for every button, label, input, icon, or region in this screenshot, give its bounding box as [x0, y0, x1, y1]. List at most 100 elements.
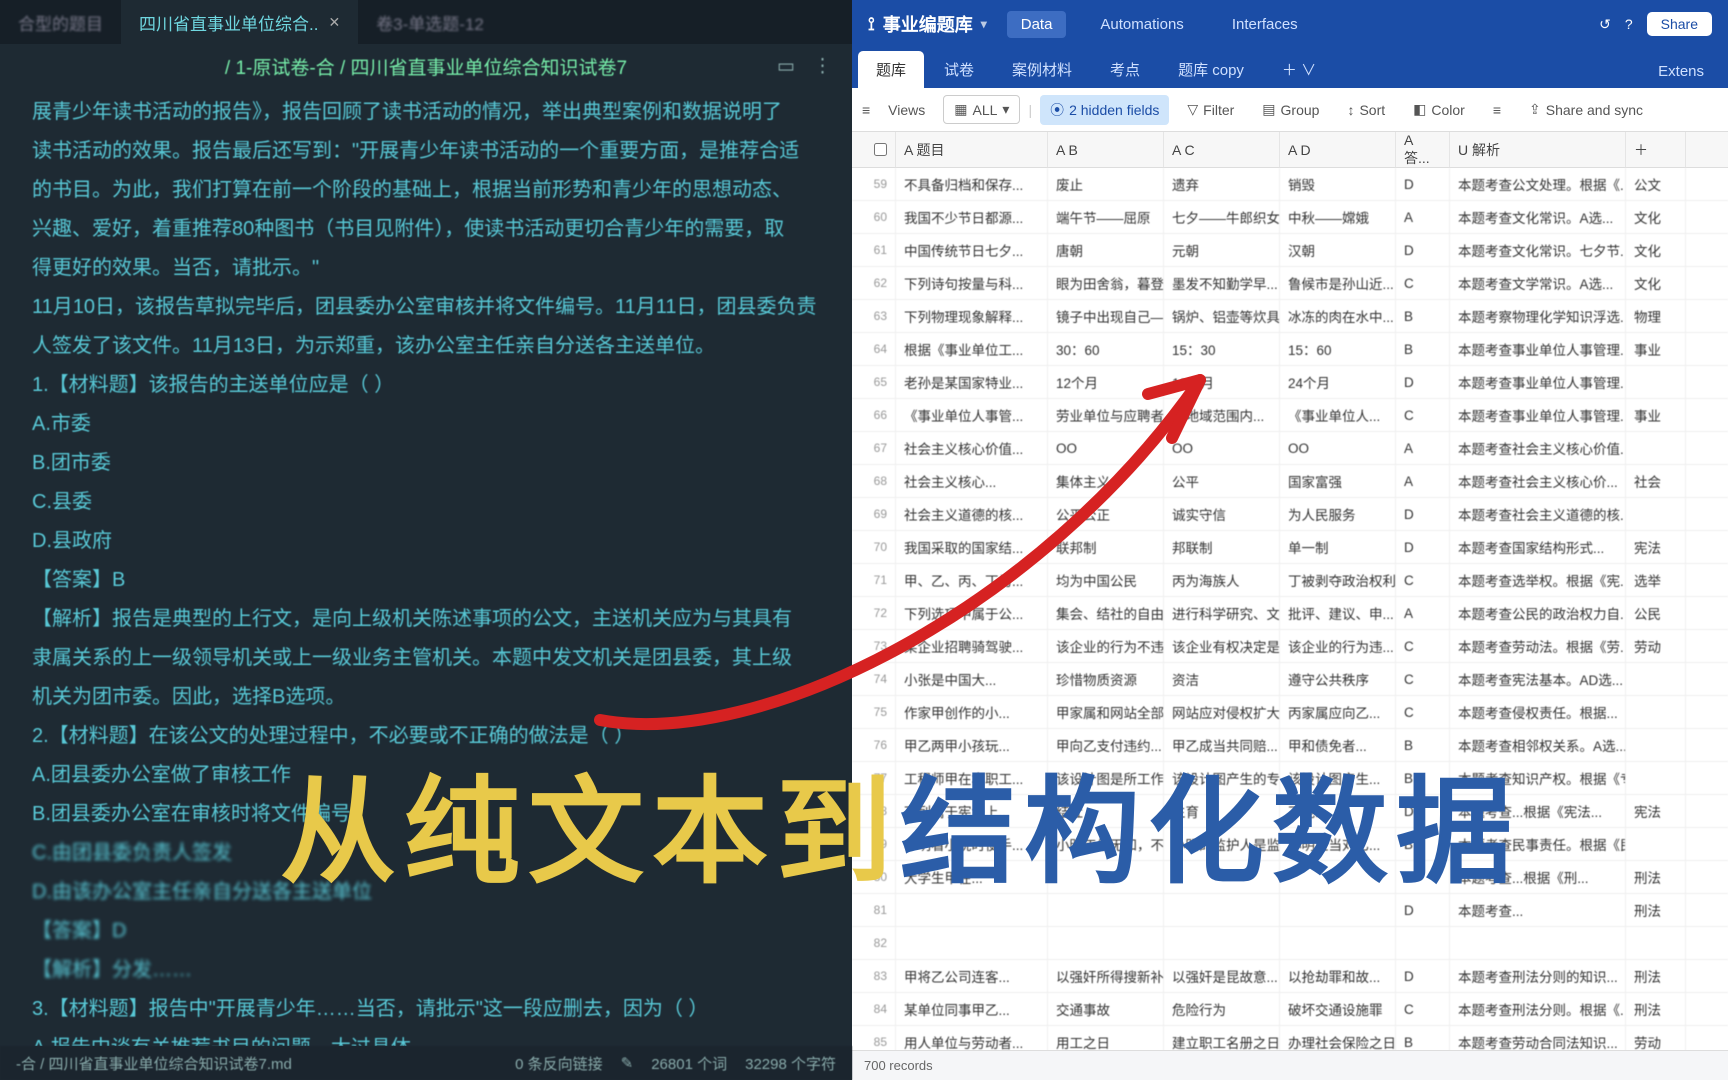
table-row[interactable]: 79小明看小说时使手...小明年幼无知，不...小明的监护人是监...小明应当对…	[852, 828, 1728, 861]
table-row[interactable]: 64根据《事业单位工...30：6015：3015：60B本题考查事业单位人事管…	[852, 333, 1728, 366]
topbar: ⟟ 事业编题库▾ Data Automations Interfaces ↺ ?…	[852, 0, 1728, 48]
history-icon[interactable]: ↺	[1599, 16, 1611, 33]
doc-line: 的书目。为此，我们打算在前一个阶段的基础上，根据当前形势和青少年的思想动态、	[32, 172, 820, 209]
more-icon[interactable]: ⋮	[813, 55, 832, 78]
pencil-icon[interactable]: ✎	[621, 1054, 634, 1072]
status-words: 26801 个词	[651, 1053, 727, 1074]
book-icon[interactable]: ▭	[777, 55, 795, 78]
doc-line: 隶属关系的上一级领导机关或上一级业务主管机关。本题中发文机关是团县委，其上级	[32, 640, 820, 677]
col-extra[interactable]: ＋	[1626, 132, 1686, 167]
doc-line: 机关为团市委。因此，选择B选项。	[32, 679, 820, 716]
menu-icon[interactable]: ≡	[862, 102, 870, 118]
table-row[interactable]: 69社会主义道德的核...公平公正诚实守信为人民服务D本题考查社会主义道德的核.…	[852, 498, 1728, 531]
data-grid: A 题目 A B A C A D A 答... U 解析 ＋ 59不具备归档和保…	[852, 132, 1728, 1050]
grid-footer: 700 records	[852, 1050, 1728, 1080]
tab-1[interactable]: 四川省直事业单位综合..✕	[121, 0, 358, 44]
ttab-3[interactable]: 考点	[1092, 51, 1158, 88]
status-chars: 32298 个字符	[745, 1053, 836, 1074]
group-button[interactable]: ▤ Group	[1252, 96, 1329, 123]
table-row[interactable]: 72下列选项中属于公...集会、结社的自由进行科学研究、文...批评、建议、申.…	[852, 597, 1728, 630]
table-row[interactable]: 61中国传统节日七夕...唐朝元朝汉朝D本题考查文化常识。七夕节...文化	[852, 234, 1728, 267]
extensions-button[interactable]: Extens	[1640, 55, 1722, 88]
table-row[interactable]: 65老孙是某国家特业...12个月18个月24个月D本题考查事业单位人事管理..…	[852, 366, 1728, 399]
nav-data[interactable]: Data	[1007, 11, 1067, 38]
status-backlinks[interactable]: 0 条反向链接	[515, 1053, 603, 1074]
doc-line: 2.【材料题】在该公文的处理过程中，不必要或不正确的做法是（ ）	[32, 718, 820, 755]
doc-line: 兴趣、爱好，着重推荐80种图书（书目见附件），使读书活动更切合青少年的需要，取	[32, 211, 820, 248]
editor-pane: 合型的题目 四川省直事业单位综合..✕ 卷3-单选题-12 / 1-原试卷-合 …	[0, 0, 852, 1080]
doc-line: 3.【材料题】报告中"开展青少年……当否，请批示"这一段应删去，因为（ ）	[32, 991, 820, 1028]
table-row[interactable]: 62下列诗句按量与科...眼为田舍翁，暮登...墨发不知勤学早...鲁候市是孙山…	[852, 267, 1728, 300]
col-explain[interactable]: U 解析	[1450, 132, 1626, 167]
doc-line: B.团县委办公室在审核时将文件编号	[32, 796, 820, 833]
doc-line: 读书活动的效果。报告最后还写到："开展青少年读书活动的一个重要方面，是推荐合适	[32, 133, 820, 170]
ttab-4[interactable]: 题库 copy	[1160, 51, 1262, 88]
tab-0[interactable]: 合型的题目	[0, 0, 121, 44]
doc-line: A.市委	[32, 406, 820, 443]
doc-line: B.团市委	[32, 445, 820, 482]
doc-line: 11月10日，该报告草拟完毕后，团县委办公室审核并将文件编号。11月11日，团县…	[32, 289, 820, 326]
doc-line: D.由该办公室主任亲自分送各主送单位	[32, 874, 820, 911]
doc-line: 【答案】B	[32, 562, 820, 599]
table-row[interactable]: 83甲将乙公司连客...以强奸所得搜新补...以强奸是昆故意...以抢劫罪和故.…	[852, 960, 1728, 993]
table-row[interactable]: 77工程师甲在本职工...该设计图是所工作...该设计图产生的专利...该设计图…	[852, 762, 1728, 795]
view-all-button[interactable]: ▦ ALL ▾	[943, 95, 1020, 124]
table-row[interactable]: 84某单位同事甲乙...交通事故危险行为破坏交通设施罪C本题考查刑法分则。根据《…	[852, 993, 1728, 1026]
add-table-button[interactable]: ＋ ∨	[1264, 51, 1334, 88]
views-button[interactable]: Views	[878, 97, 935, 123]
col-d[interactable]: A D	[1280, 132, 1396, 167]
share-sync-button[interactable]: ⇪ Share and sync	[1519, 96, 1653, 123]
help-icon[interactable]: ?	[1625, 16, 1633, 32]
col-c[interactable]: A C	[1164, 132, 1280, 167]
doc-line: A.团县委办公室做了审核工作	[32, 757, 820, 794]
col-b[interactable]: A B	[1048, 132, 1164, 167]
col-checkbox[interactable]	[852, 132, 896, 167]
doc-line: 【解析】报告是典型的上行文，是向上级机关陈述事项的公文，主送机关应为与其具有	[32, 601, 820, 638]
col-question[interactable]: A 题目	[896, 132, 1048, 167]
table-row[interactable]: 74小张是中国大...珍惜物质资源资洁遵守公共秩序C本题考查宪法基本。AD选..…	[852, 663, 1728, 696]
table-row[interactable]: 68社会主义核心...集体主义公平国家富强A本题考查社会主义核心价...社会	[852, 465, 1728, 498]
table-row[interactable]: 59不具备归档和保存...废止遗弃销毁D本题考查公文处理。根据《...公文	[852, 168, 1728, 201]
close-icon[interactable]: ✕	[328, 14, 340, 31]
sort-button[interactable]: ↕ Sort	[1337, 97, 1395, 123]
filter-button[interactable]: ▽ Filter	[1177, 96, 1244, 123]
hidden-fields-button[interactable]: ⦿ 2 hidden fields	[1040, 95, 1169, 125]
doc-line: 人签发了该文件。11月13日，为示郑重，该办公室主任亲自分送各主送单位。	[32, 328, 820, 365]
table-row[interactable]: 66《事业单位人事管...劳业单位与应聘者...在地域范围内...《事业单位人.…	[852, 399, 1728, 432]
doc-line: 【答案】D	[32, 913, 820, 950]
editor-tabs: 合型的题目 四川省直事业单位综合..✕ 卷3-单选题-12	[0, 0, 852, 44]
table-row[interactable]: 76甲乙两甲小孩玩...甲向乙支付违约...甲乙成当共同赔...甲和债免者...…	[852, 729, 1728, 762]
app-title[interactable]: ⟟ 事业编题库▾	[868, 11, 987, 37]
table-row[interactable]: 78下列属于宪法上...结社生育不能...D本题考查...根据《宪法...宪法	[852, 795, 1728, 828]
doc-line: C.县委	[32, 484, 820, 521]
doc-line: 【解析】分发……	[32, 952, 820, 989]
status-path: -合 / 四川省直事业单位综合知识试卷7.md	[16, 1053, 292, 1074]
table-row[interactable]: 73某企业招聘骑驾驶...该企业的行为不违...该企业有权决定是...该企业的行…	[852, 630, 1728, 663]
nav-automations[interactable]: Automations	[1086, 11, 1197, 38]
color-button[interactable]: ◧ Color	[1403, 96, 1475, 123]
col-answer[interactable]: A 答...	[1396, 132, 1450, 167]
row-height-button[interactable]: ≡	[1483, 97, 1511, 123]
ttab-1[interactable]: 试卷	[926, 51, 992, 88]
table-row[interactable]: 71甲、乙、丙、丁为...均为中国公民丙为海族人丁被剥夺政治权利C本题考查选举权…	[852, 564, 1728, 597]
table-row[interactable]: 80大学生甲在...D本题考查...根据《刑...刑法	[852, 861, 1728, 894]
table-row[interactable]: 63下列物理现象解释...镜子中出现自己——...锅炉、铝壶等炊具...冰冻的肉…	[852, 300, 1728, 333]
table-row[interactable]: 85用人单位与劳动者...用工之日建立职工名册之日办理社会保险之日B本题考查劳动…	[852, 1026, 1728, 1050]
table-row[interactable]: 81D本题考查...刑法	[852, 894, 1728, 927]
tab-2[interactable]: 卷3-单选题-12	[358, 0, 502, 44]
grid-header: A 题目 A B A C A D A 答... U 解析 ＋	[852, 132, 1728, 168]
table-row[interactable]: 70我国采取的国家结...联邦制邦联制单一制D本题考查国家结构形式...宪法	[852, 531, 1728, 564]
table-row[interactable]: 60我国不少节日都源...端午节——屈原七夕——牛郎织女中秋——嫦娥A本题考查文…	[852, 201, 1728, 234]
select-all-checkbox[interactable]	[874, 143, 887, 156]
nav-interfaces[interactable]: Interfaces	[1218, 11, 1312, 38]
doc-line: C.由团县委负责人签发	[32, 835, 820, 872]
ttab-0[interactable]: 题库	[858, 51, 924, 88]
table-tabs: 题库 试卷 案例材料 考点 题库 copy ＋ ∨ Extens	[852, 48, 1728, 88]
doc-line: D.县政府	[32, 523, 820, 560]
ttab-2[interactable]: 案例材料	[994, 51, 1090, 88]
share-button[interactable]: Share	[1647, 12, 1712, 36]
table-row[interactable]: 82	[852, 927, 1728, 960]
doc-line: 1.【材料题】该报告的主送单位应是（ ）	[32, 367, 820, 404]
table-row[interactable]: 67社会主义核心价值...OOOOOOA本题考查社会主义核心价值...	[852, 432, 1728, 465]
table-row[interactable]: 75作家甲创作的小...甲家属和网站全部...网站应对侵权扩大...丙家属应向乙…	[852, 696, 1728, 729]
